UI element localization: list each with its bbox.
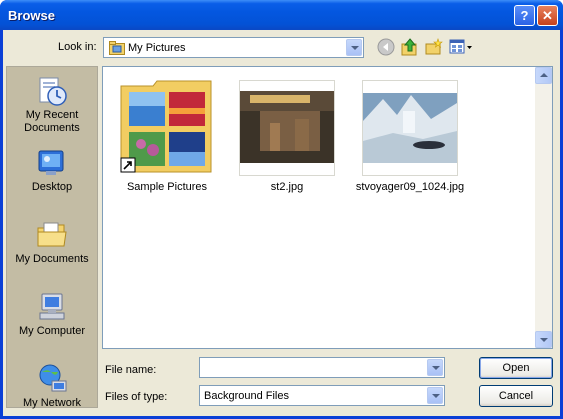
look-in-dropdown[interactable]: My Pictures [103,37,364,58]
look-in-label: Look in: [58,41,97,53]
place-label: Desktop [31,181,73,193]
chevron-down-icon[interactable] [427,387,443,404]
file-name-input[interactable] [199,357,445,378]
file-name-label-text: File name: [105,364,157,376]
folder-thumbnail [119,80,215,176]
vertical-scrollbar[interactable] [535,67,552,348]
dialog-body: Look in: My Pictures My Recent Documents… [3,30,560,416]
open-button[interactable]: Open [479,357,553,379]
place-label: My Network [22,397,82,409]
look-in-value: My Pictures [128,42,186,54]
chevron-down-icon[interactable] [346,39,362,56]
image-preview-icon [240,91,334,163]
recent-documents-icon [39,77,67,106]
my-documents-icon [37,222,67,247]
place-desktop[interactable]: Desktop [7,143,97,211]
file-name-label: stvoyager09_1024.jpg [355,181,465,193]
place-my-documents[interactable]: My Documents [7,215,97,283]
new-folder-icon[interactable] [425,38,443,56]
my-network-icon [39,364,67,392]
file-name-label: Sample Pictures [126,181,208,193]
files-of-type-label: Files of type: [105,391,168,403]
place-my-network[interactable]: My Network [7,359,97,419]
files-of-type-dropdown[interactable]: Background Files [199,385,445,406]
window-title: Browse [8,8,55,23]
place-label: My Recent Documents [24,109,80,134]
cancel-button[interactable]: Cancel [479,385,553,407]
file-list[interactable]: Sample Pictures st2.jpg stvoyager09_1024… [102,66,553,349]
browse-dialog: Browse ? ✕ Look in: My Pictures My Recen… [0,0,563,419]
sample-pictures-folder-icon [120,80,212,173]
scroll-up-button[interactable] [535,67,552,84]
views-menu-icon[interactable] [449,38,473,56]
place-my-computer[interactable]: My Computer [7,287,97,355]
pictures-folder-icon [109,41,125,55]
close-button[interactable]: ✕ [537,5,558,26]
image-preview-icon [363,93,457,163]
title-bar[interactable]: Browse ? ✕ [0,0,563,30]
place-label: My Documents [15,253,89,265]
place-my-recent-documents[interactable]: My Recent Documents [7,71,97,139]
chevron-down-icon[interactable] [427,359,443,376]
place-label: My Computer [18,325,86,337]
image-thumbnail [239,80,335,176]
up-folder-icon[interactable] [401,38,419,56]
image-thumbnail [362,80,458,176]
help-button[interactable]: ? [514,5,535,26]
file-name-label: st2.jpg [270,181,304,193]
files-of-type-value: Background Files [204,390,289,402]
places-bar: My Recent Documents Desktop My Documents [6,66,98,409]
scroll-down-button[interactable] [535,331,552,348]
my-computer-icon [39,293,65,320]
desktop-icon [38,150,64,175]
back-icon[interactable] [377,38,395,56]
